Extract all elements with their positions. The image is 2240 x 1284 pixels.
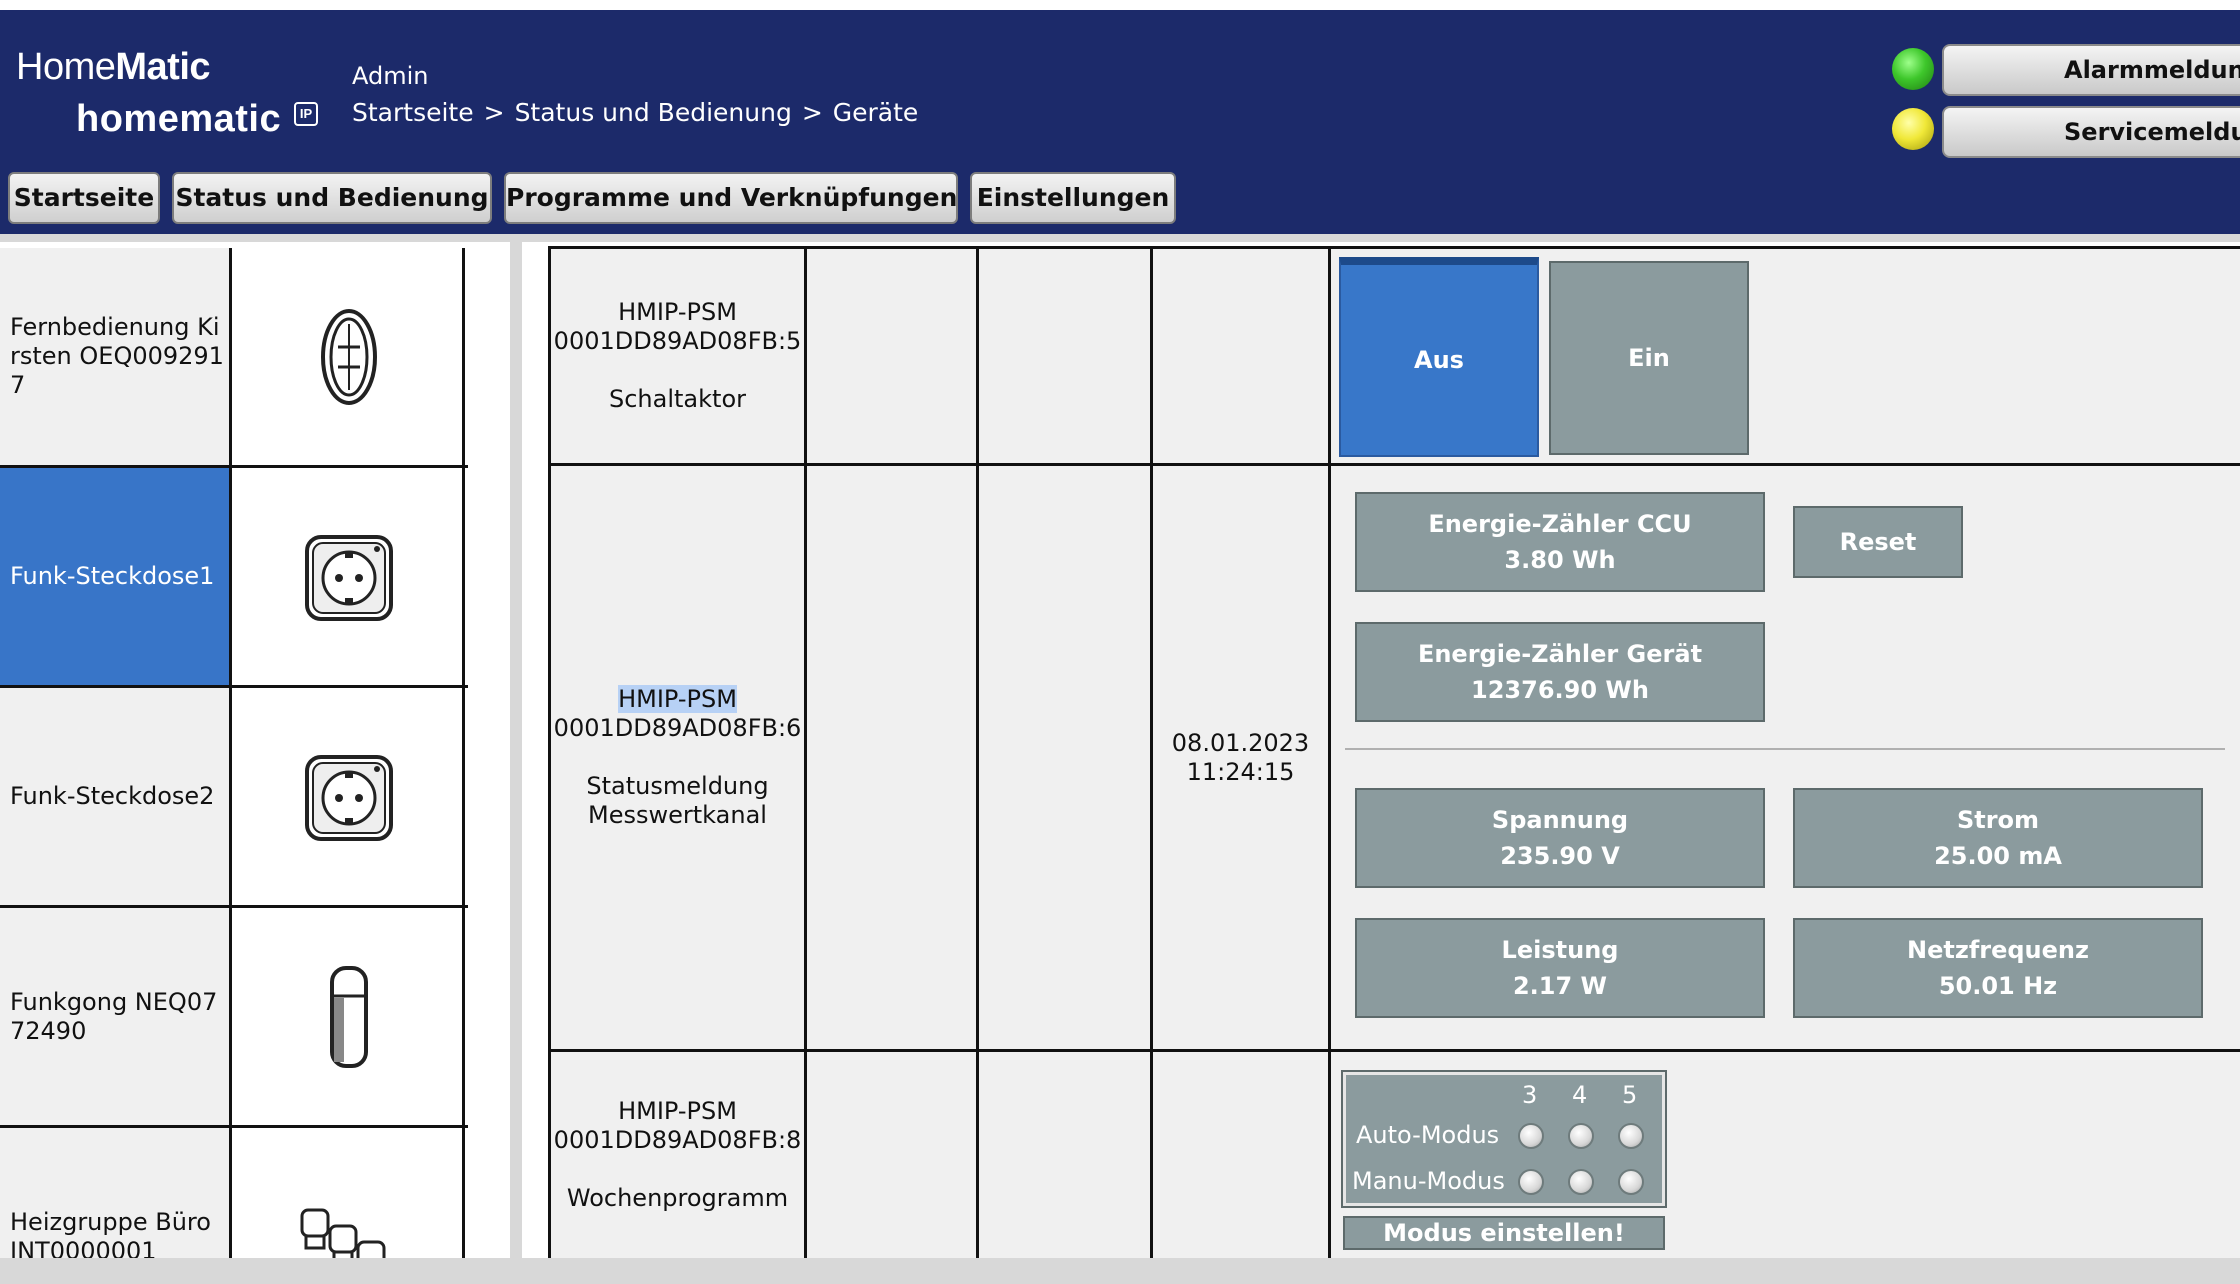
homematic-logo: HomeMatic — [16, 46, 211, 88]
device-row[interactable]: Funk-Steckdose2 — [0, 688, 468, 908]
auto-mode-radio-5[interactable] — [1618, 1123, 1644, 1149]
channel-info-cell: HMIP-PSM 0001DD89AD08FB:8 Wochenprogramm — [548, 1052, 804, 1258]
service-messages-button[interactable]: Servicemeldungen — [1942, 106, 2240, 158]
device-list-panel[interactable]: Fernbedienung Kirsten OEQ0092917 Funk-St… — [0, 242, 510, 1258]
channel-type: HMIP-PSM — [618, 685, 737, 713]
current-user: Admin — [352, 62, 429, 90]
device-name: Funk-Steckdose1 — [0, 468, 232, 685]
device-name: Fernbedienung Kirsten OEQ0092917 — [0, 248, 232, 465]
channel-info-cell: HMIP-PSM 0001DD89AD08FB:6 Statusmeldung … — [548, 466, 804, 1049]
current-tile: Strom 25.00 mA — [1793, 788, 2203, 888]
power-tile: Leistung 2.17 W — [1355, 918, 1765, 1018]
channel-function: Wochenprogramm — [566, 1184, 789, 1212]
switch-on-button[interactable]: Ein — [1549, 261, 1749, 455]
control-cell: 3 4 5 Auto-Modus Manu-Modus Modus einste… — [1328, 1052, 2240, 1258]
heating-group-icon — [235, 1128, 465, 1258]
channel-function: Messwertkanal — [588, 801, 767, 829]
switch-off-button[interactable]: Aus — [1339, 257, 1539, 457]
manual-mode-label: Manu-Modus — [1352, 1167, 1505, 1195]
timestamp-cell — [1150, 1052, 1328, 1258]
homematic-ip-logo: homematic — [76, 98, 282, 140]
table-row: HMIP-PSM 0001DD89AD08FB:8 Wochenprogramm… — [548, 1052, 2240, 1258]
timestamp-time: 11:24:15 — [1186, 757, 1295, 786]
energy-counter-device-tile: Energie-Zähler Gerät 12376.90 Wh — [1355, 622, 1765, 722]
header-bar: HomeMatic homematic IP Admin Startseite >… — [0, 10, 2240, 234]
manual-mode-radio-4[interactable] — [1568, 1169, 1594, 1195]
window-top-edge — [0, 0, 2240, 10]
reset-button[interactable]: Reset — [1793, 506, 1963, 578]
device-row[interactable]: Funk-Steckdose1 — [0, 468, 468, 688]
table-cell — [804, 466, 976, 1049]
table-cell — [976, 249, 1150, 463]
energy-counter-ccu-tile: Energie-Zähler CCU 3.80 Wh — [1355, 492, 1765, 592]
breadcrumb: Startseite > Status und Bedienung > Geräte — [352, 98, 919, 127]
channel-address: 0001DD89AD08FB:8 — [553, 1126, 802, 1154]
table-row: HMIP-PSM 0001DD89AD08FB:6 Statusmeldung … — [548, 466, 2240, 1052]
mode-selector: 3 4 5 Auto-Modus Manu-Modus — [1341, 1070, 1667, 1208]
panel-divider — [510, 234, 522, 1284]
chime-icon — [235, 908, 465, 1125]
socket-adapter-icon — [235, 688, 465, 905]
control-cell: Aus Ein — [1328, 249, 2240, 463]
device-row[interactable]: Heizgruppe Büro INT0000001 — [0, 1128, 468, 1258]
channel-address: 0001DD89AD08FB:6 — [553, 714, 802, 742]
voltage-tile: Spannung 235.90 V — [1355, 788, 1765, 888]
nav-startseite-button[interactable]: Startseite — [8, 172, 160, 224]
breadcrumb-item[interactable]: Status und Bedienung — [515, 98, 792, 127]
remote-control-icon — [235, 248, 465, 465]
table-cell — [804, 1052, 976, 1258]
frequency-tile: Netzfrequenz 50.01 Hz — [1793, 918, 2203, 1018]
alarm-status-led-icon — [1892, 48, 1934, 90]
channel-function: Statusmeldung — [586, 772, 769, 800]
alarm-messages-button[interactable]: Alarmmeldungen — [1942, 44, 2240, 96]
timestamp-cell — [1150, 249, 1328, 463]
channel-function: Schaltaktor — [609, 385, 746, 413]
channel-address: 0001DD89AD08FB:5 — [553, 327, 802, 355]
control-cell: Energie-Zähler CCU 3.80 Wh Reset Energie… — [1328, 466, 2240, 1049]
socket-adapter-icon — [235, 468, 465, 685]
device-row[interactable]: Funkgong NEQ0772490 — [0, 908, 468, 1128]
nav-programs-button[interactable]: Programme und Verknüpfungen — [504, 172, 958, 224]
auto-mode-radio-4[interactable] — [1568, 1123, 1594, 1149]
breadcrumb-item[interactable]: Startseite — [352, 98, 474, 127]
device-row[interactable]: Fernbedienung Kirsten OEQ0092917 — [0, 248, 468, 468]
table-cell — [976, 1052, 1150, 1258]
divider — [1345, 748, 2225, 750]
timestamp-date: 08.01.2023 — [1171, 728, 1310, 757]
breadcrumb-item[interactable]: Geräte — [833, 98, 919, 127]
channel-type: HMIP-PSM — [618, 1097, 737, 1125]
channel-table-panel[interactable]: HMIP-PSM 0001DD89AD08FB:5 Schaltaktor Au… — [522, 242, 2240, 1258]
device-name: Funkgong NEQ0772490 — [0, 908, 232, 1125]
nav-settings-button[interactable]: Einstellungen — [970, 172, 1176, 224]
set-mode-button[interactable]: Modus einstellen! — [1343, 1216, 1665, 1250]
channel-type: HMIP-PSM — [618, 298, 737, 326]
channel-info-cell: HMIP-PSM 0001DD89AD08FB:5 Schaltaktor — [548, 249, 804, 463]
auto-mode-radio-3[interactable] — [1518, 1123, 1544, 1149]
ip-logo-badge: IP — [294, 102, 318, 126]
table-row: HMIP-PSM 0001DD89AD08FB:5 Schaltaktor Au… — [548, 246, 2240, 466]
auto-mode-label: Auto-Modus — [1356, 1121, 1500, 1149]
manual-mode-radio-3[interactable] — [1518, 1169, 1544, 1195]
service-status-led-icon — [1892, 108, 1934, 150]
timestamp-cell: 08.01.2023 11:24:15 — [1150, 466, 1328, 1049]
table-cell — [804, 249, 976, 463]
manual-mode-radio-5[interactable] — [1618, 1169, 1644, 1195]
device-name: Heizgruppe Büro INT0000001 — [0, 1128, 232, 1258]
device-name: Funk-Steckdose2 — [0, 688, 232, 905]
table-cell — [976, 466, 1150, 1049]
nav-status-button[interactable]: Status und Bedienung — [172, 172, 492, 224]
